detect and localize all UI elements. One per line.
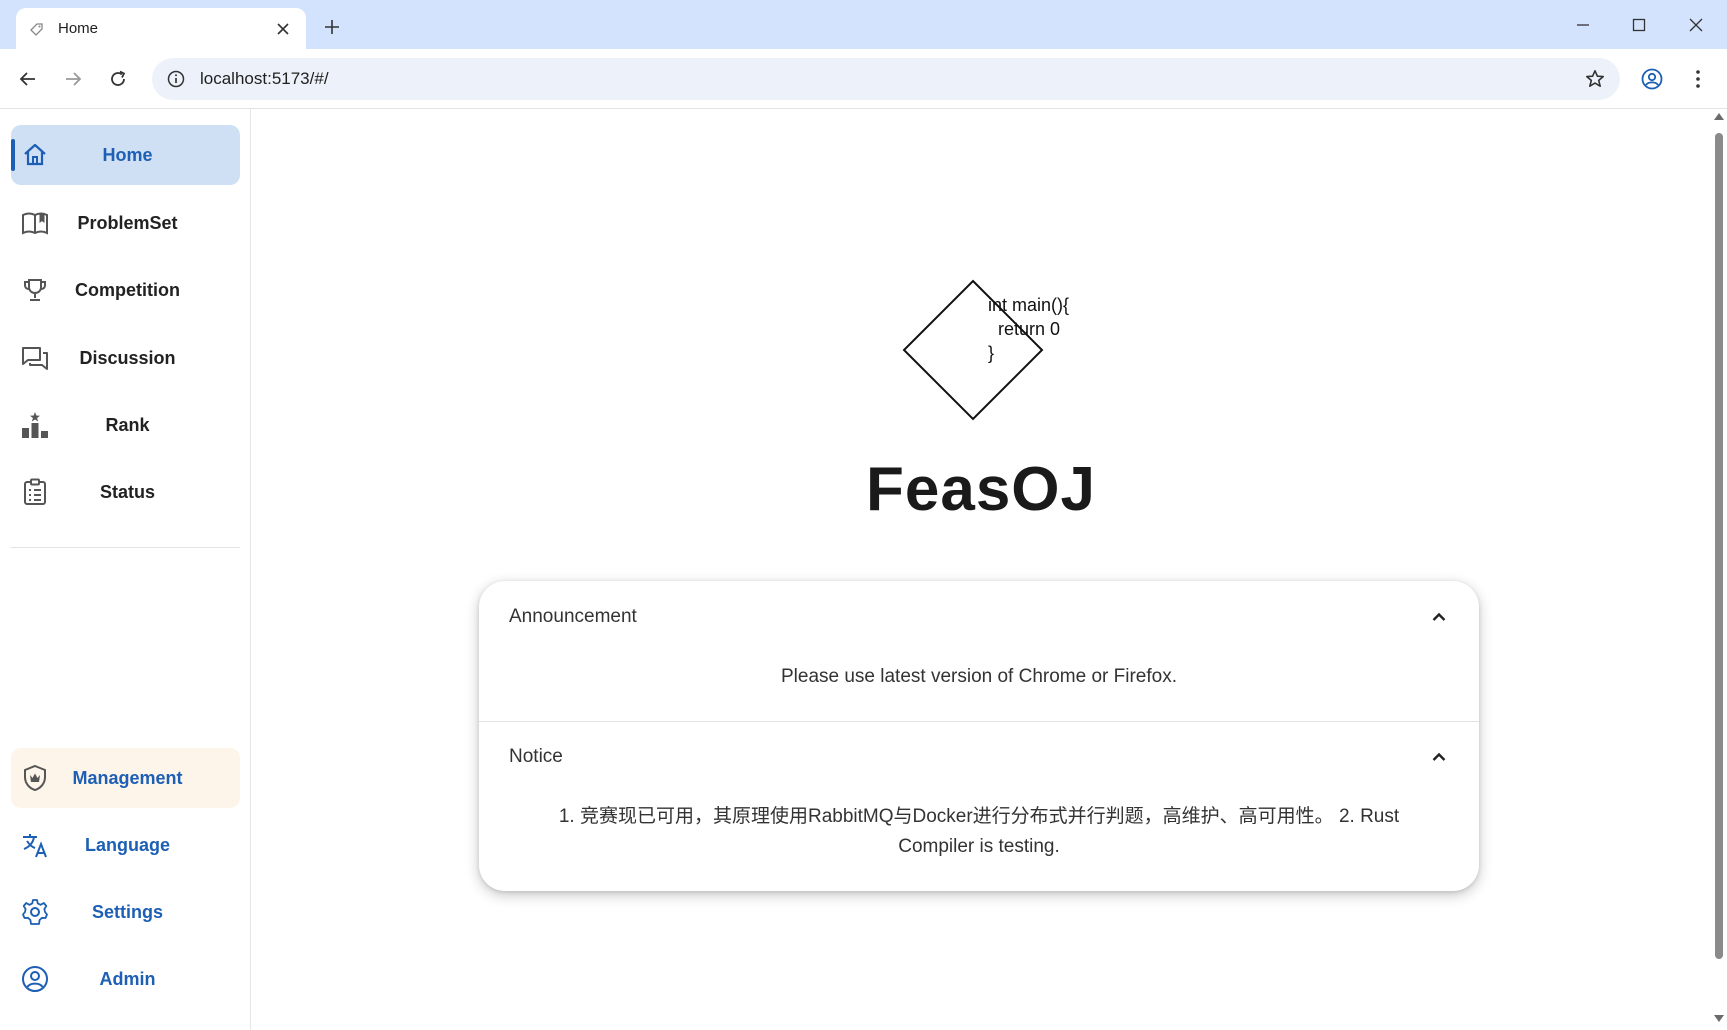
reload-icon[interactable] [104,65,132,93]
sidebar-item-home[interactable]: Home [11,125,240,185]
sidebar-item-status[interactable]: Status [11,462,240,522]
shield-crown-icon [21,764,49,792]
sidebar-item-discussion[interactable]: Discussion [11,328,240,388]
account-circle-icon [21,965,49,993]
book-open-icon [21,209,49,237]
browser-tab[interactable]: Home [16,8,306,49]
sidebar-item-settings[interactable]: Settings [11,882,240,942]
browser-toolbar: localhost:5173/#/ [0,49,1727,109]
logo: int main(){ return 0 } [902,279,1069,421]
logo-code-line: int main(){ [988,295,1069,315]
panel-title: Announcement [509,606,637,627]
sidebar-item-problemset[interactable]: ProblemSet [11,193,240,253]
gear-icon [21,898,49,926]
sidebar-nav: Home ProblemSet Competition Discussion R… [0,109,251,1030]
new-tab-icon[interactable] [318,13,346,41]
main-content: int main(){ return 0 } FeasOJ Announceme… [251,109,1711,1030]
tab-close-icon[interactable] [272,18,294,40]
brand-title: FeasOJ [865,455,1097,524]
tab-favicon-icon [28,21,44,37]
panel-body: 1. 竞赛现已可用，其原理使用RabbitMQ与Docker进行分布式并行判题，… [558,806,1400,857]
chevron-up-icon[interactable] [1429,747,1449,767]
sidebar-item-language[interactable]: Language [11,815,240,875]
back-arrow-icon[interactable] [14,65,42,93]
info-card: Announcement Please use latest version o… [479,581,1479,891]
forward-arrow-icon[interactable] [59,65,87,93]
sidebar-item-management[interactable]: Management [11,748,240,808]
panel-title: Notice [509,746,563,767]
browser-menu-icon[interactable] [1683,64,1713,94]
chevron-up-icon[interactable] [1429,607,1449,627]
forum-icon [21,344,49,372]
trophy-icon [21,276,49,304]
tab-title: Home [58,20,99,37]
notice-panel-header[interactable]: Notice [479,737,1479,777]
url-text[interactable]: localhost:5173/#/ [200,69,1580,89]
browser-tabbar: Home [0,0,1727,49]
panel-divider [479,721,1479,722]
window-close-icon[interactable] [1681,12,1711,38]
logo-code-line: return 0 [998,319,1060,339]
home-icon [21,141,49,169]
page-scrollbar[interactable] [1711,109,1727,1030]
sidebar-item-admin[interactable]: Admin [11,949,240,1009]
panel-body: Please use latest version of Chrome or F… [780,666,1177,687]
clipboard-list-icon [21,478,49,506]
translate-icon [21,831,49,859]
bookmark-star-icon[interactable] [1580,64,1610,94]
scroll-thumb[interactable] [1715,133,1723,959]
address-bar[interactable]: localhost:5173/#/ [152,58,1620,100]
sidebar-divider [11,547,240,548]
scroll-up-arrow-icon[interactable] [1714,113,1724,120]
maximize-icon[interactable] [1624,12,1654,38]
sidebar-item-competition[interactable]: Competition [11,260,240,320]
profile-icon[interactable] [1637,64,1667,94]
scroll-down-arrow-icon[interactable] [1714,1015,1724,1022]
site-info-icon[interactable] [166,69,186,89]
sidebar-item-rank[interactable]: Rank [11,395,240,455]
announcement-panel-header[interactable]: Announcement [479,597,1479,637]
podium-icon [21,411,49,439]
minimize-icon[interactable] [1568,12,1598,38]
logo-code-line: } [988,343,994,363]
